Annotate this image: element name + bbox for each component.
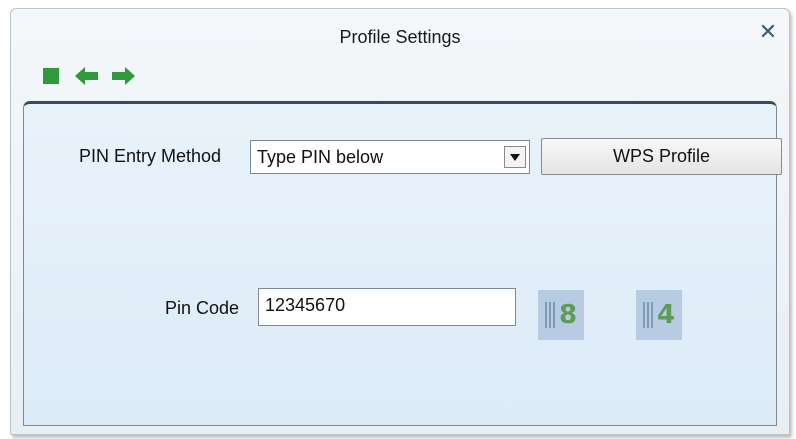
pin-code-input[interactable]: 12345670 [258,288,516,326]
pin-status-badge-4[interactable]: 4 [636,290,682,340]
wps-profile-button[interactable]: WPS Profile [541,138,782,175]
stop-icon [43,68,59,84]
close-button[interactable]: ✕ [757,21,779,43]
badge-digit: 8 [558,300,578,330]
pin-entry-method-label: PIN Entry Method [79,146,222,166]
forward-button[interactable] [111,65,135,87]
profile-settings-window: Profile Settings ✕ [10,8,790,435]
forward-arrow-icon [112,67,135,85]
pin-entry-method-select[interactable]: Type PIN below [250,140,530,174]
stop-button[interactable] [39,65,63,87]
window-title: Profile Settings [339,27,461,47]
dropdown-arrow-icon[interactable] [504,146,526,168]
pin-entry-method-value: Type PIN below [257,147,384,167]
back-arrow-icon [75,67,98,85]
toolbar [39,65,147,87]
bars-icon [642,300,655,330]
back-button[interactable] [75,65,99,87]
pin-code-label: Pin Code [165,298,240,318]
pin-code-value: 12345670 [265,295,346,315]
bars-icon [544,300,557,330]
pin-status-badge-8[interactable]: 8 [538,290,584,340]
badge-digit: 4 [656,300,676,330]
